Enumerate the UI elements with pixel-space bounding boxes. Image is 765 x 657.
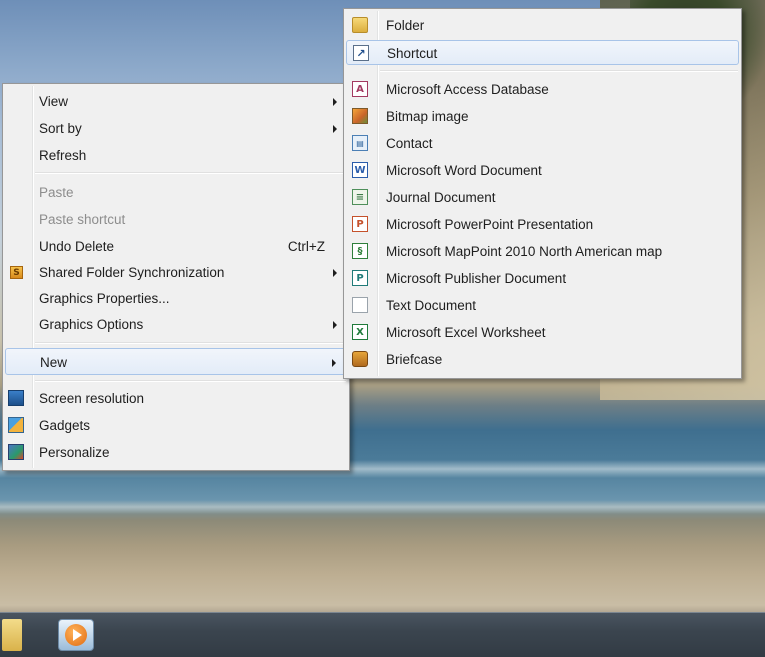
new-item-shortcut[interactable]: ↗ Shortcut: [346, 40, 739, 65]
menu-item-label: Microsoft PowerPoint Presentation: [386, 217, 594, 232]
desktop-context-menu: View Sort by Refresh Paste Paste shortcu…: [2, 83, 350, 471]
menu-item-new[interactable]: New: [5, 348, 347, 375]
taskbar: [0, 612, 765, 657]
menu-item-label: Screen resolution: [39, 391, 145, 406]
powerpoint-icon: P: [352, 216, 368, 232]
menu-item-label: Graphics Options: [39, 317, 144, 332]
menu-item-label: Microsoft Word Document: [386, 163, 542, 178]
new-submenu: Folder ↗ Shortcut A Microsoft Access Dat…: [343, 8, 742, 379]
keyboard-shortcut: Ctrl+Z: [287, 239, 325, 254]
journal-document-icon: ≡: [352, 189, 368, 205]
menu-item-label: Microsoft Publisher Document: [386, 271, 567, 286]
screen-resolution-icon: [8, 390, 24, 406]
menu-item-label: New: [40, 355, 68, 370]
new-item-bitmap-image[interactable]: Bitmap image: [346, 104, 739, 129]
menu-item-label: Personalize: [39, 445, 110, 460]
access-database-icon: A: [352, 81, 368, 97]
windows-explorer-icon[interactable]: [2, 619, 22, 651]
gadgets-icon: [8, 417, 24, 433]
new-item-word-document[interactable]: W Microsoft Word Document: [346, 158, 739, 183]
bitmap-image-icon: [352, 108, 368, 124]
submenu-arrow-icon: [333, 98, 337, 106]
new-item-access-database[interactable]: A Microsoft Access Database: [346, 77, 739, 102]
excel-worksheet-icon: X: [352, 324, 368, 340]
new-item-folder[interactable]: Folder: [346, 13, 739, 38]
menu-item-label: Text Document: [386, 298, 477, 313]
menu-item-paste: Paste: [5, 180, 347, 205]
menu-item-sort-by[interactable]: Sort by: [5, 116, 347, 141]
media-player-icon[interactable]: [58, 619, 94, 651]
menu-item-label: Briefcase: [386, 352, 443, 367]
menu-item-undo-delete[interactable]: Undo Delete Ctrl+Z: [5, 234, 347, 259]
mappoint-icon: §: [352, 243, 368, 259]
new-item-text-document[interactable]: Text Document: [346, 293, 739, 318]
menu-item-label: Sort by: [39, 121, 82, 136]
new-item-powerpoint-presentation[interactable]: P Microsoft PowerPoint Presentation: [346, 212, 739, 237]
menu-item-label: Microsoft MapPoint 2010 North American m…: [386, 244, 663, 259]
menu-item-label: Microsoft Excel Worksheet: [386, 325, 546, 340]
menu-item-personalize[interactable]: Personalize: [5, 440, 347, 465]
menu-item-label: Shortcut: [387, 46, 438, 61]
menu-item-paste-shortcut: Paste shortcut: [5, 207, 347, 232]
word-document-icon: W: [352, 162, 368, 178]
new-item-contact[interactable]: ▤ Contact: [346, 131, 739, 156]
briefcase-icon: [352, 351, 368, 367]
menu-item-label: Bitmap image: [386, 109, 469, 124]
menu-item-label: Undo Delete: [39, 239, 115, 254]
menu-item-label: Paste shortcut: [39, 212, 126, 227]
submenu-arrow-icon: [333, 269, 337, 277]
menu-item-label: Graphics Properties...: [39, 291, 170, 306]
new-item-excel-worksheet[interactable]: X Microsoft Excel Worksheet: [346, 320, 739, 345]
menu-item-label: Folder: [386, 18, 425, 33]
menu-item-label: Contact: [386, 136, 433, 151]
desktop-wave: [0, 500, 765, 514]
shortcut-icon: ↗: [353, 45, 369, 61]
menu-item-label: Gadgets: [39, 418, 91, 433]
menu-item-label: Shared Folder Synchronization: [39, 265, 225, 280]
menu-item-screen-resolution[interactable]: Screen resolution: [5, 386, 347, 411]
menu-separator: [35, 342, 346, 344]
new-item-briefcase[interactable]: Briefcase: [346, 347, 739, 372]
submenu-arrow-icon: [333, 321, 337, 329]
folder-icon: [352, 17, 368, 33]
new-item-publisher-document[interactable]: P Microsoft Publisher Document: [346, 266, 739, 291]
new-item-mappoint-map[interactable]: § Microsoft MapPoint 2010 North American…: [346, 239, 739, 264]
play-icon: [65, 624, 87, 646]
menu-item-label: Journal Document: [386, 190, 496, 205]
shared-folder-sync-icon: S: [10, 266, 23, 279]
menu-item-label: Refresh: [39, 148, 87, 163]
menu-separator: [35, 172, 346, 174]
menu-item-label: Paste: [39, 185, 74, 200]
menu-item-label: Microsoft Access Database: [386, 82, 549, 97]
menu-item-graphics-options[interactable]: Graphics Options: [5, 312, 347, 337]
menu-item-shared-folder-sync[interactable]: S Shared Folder Synchronization: [5, 260, 347, 285]
menu-item-refresh[interactable]: Refresh: [5, 143, 347, 168]
text-document-icon: [352, 297, 368, 313]
new-item-journal-document[interactable]: ≡ Journal Document: [346, 185, 739, 210]
menu-item-label: View: [39, 94, 69, 109]
menu-item-graphics-properties[interactable]: Graphics Properties...: [5, 286, 347, 311]
submenu-arrow-icon: [332, 359, 336, 367]
menu-item-view[interactable]: View: [5, 89, 347, 114]
contact-icon: ▤: [352, 135, 368, 151]
menu-separator: [35, 380, 346, 382]
submenu-arrow-icon: [333, 125, 337, 133]
personalize-icon: [8, 444, 24, 460]
menu-separator: [380, 70, 738, 72]
publisher-icon: P: [352, 270, 368, 286]
menu-item-gadgets[interactable]: Gadgets: [5, 413, 347, 438]
